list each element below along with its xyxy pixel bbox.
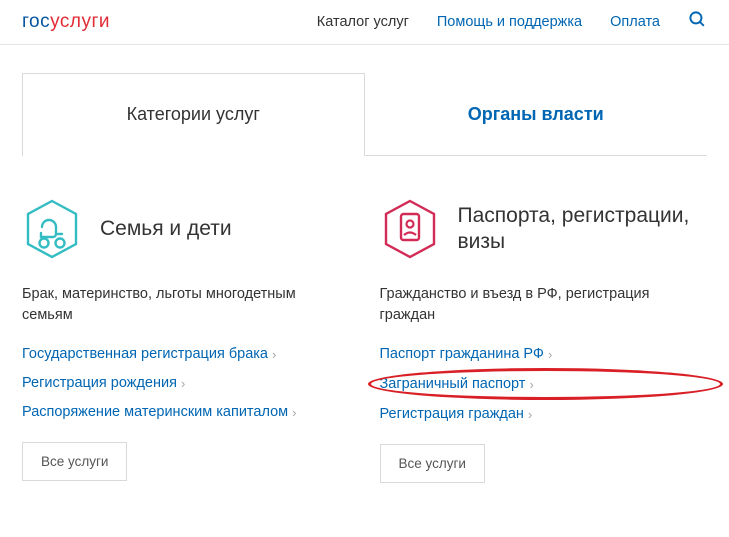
category-title-passports: Паспорта, регистрации, визы [458,203,708,256]
tab-authorities[interactable]: Органы власти [365,73,708,156]
nav-payment[interactable]: Оплата [610,14,660,30]
passports-links: Паспорт гражданина РФ› Заграничный паспо… [380,346,708,422]
category-passports: Паспорта, регистрации, визы Гражданство … [380,196,708,483]
content: Семья и дети Брак, материнство, льготы м… [0,156,729,513]
all-services-family-button[interactable]: Все услуги [22,442,127,481]
top-nav: Каталог услуг Помощь и поддержка Оплата [317,10,707,34]
link-birth-registration[interactable]: Регистрация рождения› [22,375,350,391]
nav-help[interactable]: Помощь и поддержка [437,14,582,30]
category-desc-family: Брак, материнство, льготы многодетным се… [22,284,350,326]
search-icon[interactable] [688,10,707,34]
chevron-right-icon: › [529,377,533,392]
all-services-passports-button[interactable]: Все услуги [380,444,485,483]
header: госуслуги Каталог услуг Помощь и поддерж… [0,0,729,45]
link-maternity-capital[interactable]: Распоряжение материнским капиталом› [22,404,350,420]
logo[interactable]: госуслуги [22,11,110,33]
category-desc-passports: Гражданство и въезд в РФ, регистрация гр… [380,284,708,326]
link-marriage-registration[interactable]: Государственная регистрация брака› [22,346,350,362]
link-foreign-passport[interactable]: Заграничный паспорт› [380,376,534,392]
chevron-right-icon: › [292,405,296,420]
category-title-family: Семья и дети [100,216,232,242]
chevron-right-icon: › [548,347,552,362]
chevron-right-icon: › [272,347,276,362]
tab-categories[interactable]: Категории услуг [22,73,365,156]
family-links: Государственная регистрация брака› Регис… [22,346,350,420]
tabs: Категории услуг Органы власти [22,73,707,156]
passport-icon [380,199,440,259]
logo-part-1: гос [22,11,50,32]
nav-catalog[interactable]: Каталог услуг [317,14,409,30]
link-russian-passport[interactable]: Паспорт гражданина РФ› [380,346,708,362]
family-icon [22,199,82,259]
chevron-right-icon: › [181,376,185,391]
logo-part-2: услуги [50,11,110,32]
highlighted-link-wrapper: Заграничный паспорт› [380,375,708,393]
chevron-right-icon: › [528,407,532,422]
link-citizen-registration[interactable]: Регистрация граждан› [380,406,708,422]
category-family: Семья и дети Брак, материнство, льготы м… [22,196,350,483]
